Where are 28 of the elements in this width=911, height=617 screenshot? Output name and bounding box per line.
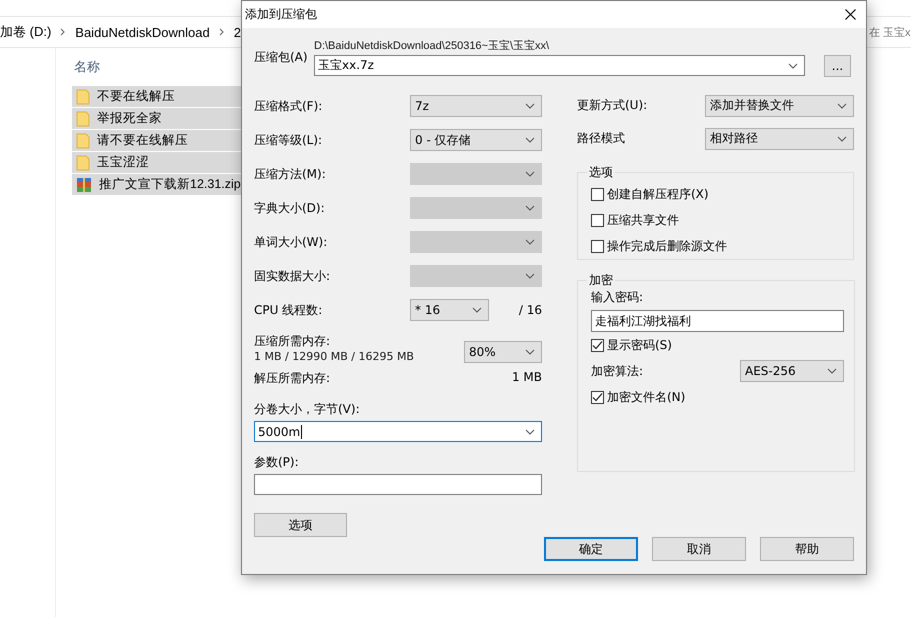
field-label: 更新方式(U):	[577, 97, 648, 114]
memory-usage: 1 MB / 12990 MB / 16295 MB	[254, 350, 415, 363]
field-label: 压缩格式(F):	[254, 98, 324, 114]
field-label: 压缩方法(M):	[254, 166, 327, 182]
field-label: 加密算法:	[591, 362, 644, 380]
field-label: 压缩包(A)	[254, 49, 308, 66]
group-title: 加密	[588, 272, 614, 289]
field-label: 单词大小(W):	[254, 234, 328, 250]
checkbox-label: 创建自解压程序(X)	[607, 186, 709, 202]
checkbox-label: 显示密码(S)	[607, 336, 672, 354]
checkbox-label: 加密文件名(N)	[607, 388, 686, 406]
field-label: 输入密码:	[591, 289, 644, 306]
field-label: 压缩等级(L):	[254, 132, 324, 148]
field-label: 解压所需内存:	[254, 370, 330, 387]
field-label: CPU 线程数:	[254, 302, 324, 318]
thread-count: / 16	[518, 303, 542, 317]
checkbox-label: 压缩共享文件	[607, 212, 679, 228]
archive-path: D:\BaiduNetdiskDownload\250316~玉宝\玉宝xx\	[314, 38, 550, 53]
field-label: 字典大小(D):	[254, 200, 326, 216]
field-label: 固实数据大小:	[254, 268, 332, 284]
field-label: 参数(P):	[254, 454, 300, 471]
field-label: 压缩所需内存:	[254, 333, 332, 350]
field-label: 路径模式	[577, 130, 625, 147]
window-title: 添加到压缩包	[245, 6, 317, 23]
group-title: 选项	[588, 164, 614, 181]
checkbox-label: 操作完成后删除源文件	[607, 238, 727, 254]
memory-usage: 1 MB	[512, 370, 542, 386]
field-label: 分卷大小，字节(V):	[254, 401, 361, 418]
